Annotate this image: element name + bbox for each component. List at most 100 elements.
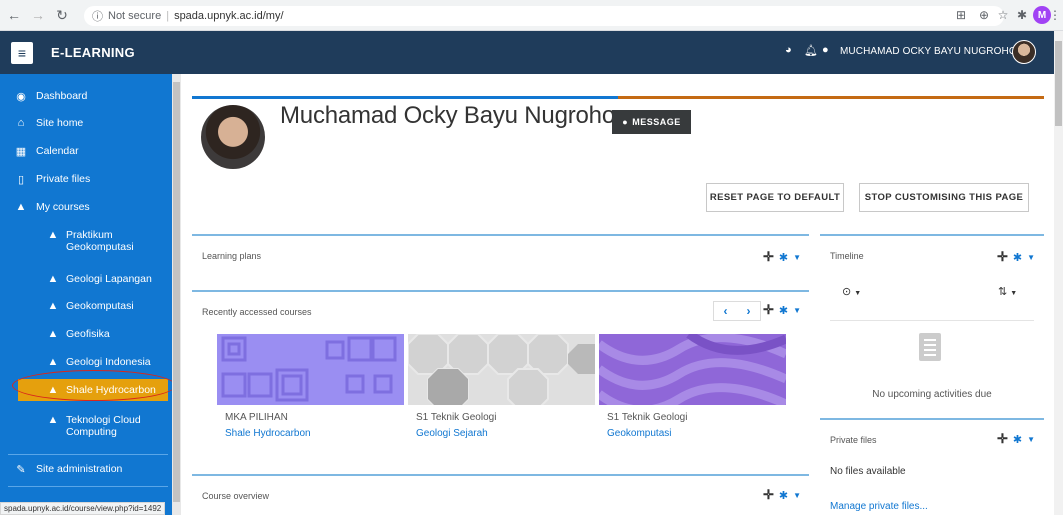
sidebar-item-calendar[interactable]: ▦ Calendar: [0, 145, 172, 158]
course-pattern-purple-squares: [217, 334, 404, 405]
reset-page-button[interactable]: RESET PAGE TO DEFAULT: [706, 183, 844, 212]
sidebar-item-label: Geofisika: [66, 328, 110, 340]
chevron-down-icon[interactable]: ▼: [1027, 253, 1035, 262]
sidebar-item-geofisika[interactable]: ▲ Geofisika: [0, 328, 172, 340]
gear-icon[interactable]: ✱: [1013, 251, 1022, 264]
calendar-icon: ▦: [15, 146, 27, 158]
move-icon[interactable]: ✛: [763, 487, 774, 503]
block-controls: ✛ ✱ ▼: [997, 249, 1035, 265]
site-brand[interactable]: E-LEARNING: [51, 45, 135, 60]
browser-menu-icon[interactable]: ⋮: [1049, 6, 1061, 24]
chevron-down-icon[interactable]: ▼: [793, 306, 801, 315]
timeline-divider: [830, 320, 1034, 321]
sidebar-item-site-administration[interactable]: ✎ Site administration: [0, 463, 172, 476]
page-scrollbar[interactable]: [1054, 31, 1063, 515]
sidebar-item-teknologi-cloud-computing[interactable]: ▲ Teknologi Cloud Computing: [0, 414, 172, 438]
graduation-cap-icon: ▲: [47, 229, 59, 241]
stop-customising-button[interactable]: STOP CUSTOMISING THIS PAGE: [859, 183, 1029, 212]
move-icon[interactable]: ✛: [763, 302, 774, 318]
sidebar-item-praktikum-geokomputasi[interactable]: ▲ Praktikum Geokomputasi: [0, 229, 172, 253]
course-category: S1 Teknik Geologi: [607, 412, 688, 423]
translate-icon[interactable]: ⊞: [952, 6, 970, 24]
gear-icon[interactable]: ✱: [1013, 433, 1022, 446]
course-card-image[interactable]: [408, 334, 595, 405]
block-controls: ✛ ✱ ▼: [763, 487, 801, 503]
timeline-filter-dropdown[interactable]: ⊙ ▼: [842, 285, 861, 298]
sidebar-item-label: My courses: [36, 201, 90, 213]
sidebar-item-label: Geologi Indonesia: [66, 356, 151, 368]
chevron-down-icon: ▼: [1010, 290, 1018, 297]
sidebar-scrollbar[interactable]: [172, 74, 181, 515]
sidebar-item-geologi-lapangan[interactable]: ▲ Geologi Lapangan: [0, 273, 172, 285]
course-pattern-purple-waves: [599, 334, 786, 405]
sidebar-item-dashboard[interactable]: ◉ Dashboard: [0, 90, 172, 103]
user-menu-name[interactable]: MUCHAMAD OCKY BAYU NUGROHO: [840, 46, 1017, 57]
nav-drawer: ◉ Dashboard ⌂ Site home ▦ Calendar ▯ Pri…: [0, 74, 172, 515]
reload-icon[interactable]: ↻: [52, 5, 72, 25]
manage-private-files-link[interactable]: Manage private files...: [830, 501, 928, 512]
scrollbar-thumb[interactable]: [1055, 41, 1062, 126]
chevron-down-icon[interactable]: ▼: [793, 491, 801, 500]
profile-picture[interactable]: [201, 105, 265, 169]
sidebar-divider: [8, 486, 168, 487]
chevron-down-icon[interactable]: ▼: [793, 253, 801, 262]
address-bar[interactable]: ⓘ Not secure | spada.upnyk.ac.id/my/: [84, 6, 1004, 26]
chevron-down-icon: ▼: [854, 290, 862, 297]
move-icon[interactable]: ✛: [997, 431, 1008, 447]
course-category: S1 Teknik Geologi: [416, 412, 497, 423]
scrollbar-thumb[interactable]: [173, 82, 180, 502]
block-title: Recently accessed courses: [202, 307, 312, 317]
sidebar-item-label: Teknologi Cloud Computing: [66, 414, 141, 438]
gear-icon[interactable]: ✱: [779, 304, 788, 317]
block-controls: ✛ ✱ ▼: [997, 431, 1035, 447]
tachometer-icon: ◉: [16, 91, 26, 103]
sidebar-item-label: Geokomputasi: [66, 300, 134, 312]
course-link[interactable]: Geokomputasi: [607, 428, 671, 439]
sidebar-item-label: Geologi Lapangan: [66, 273, 152, 285]
graduation-cap-icon: ▲: [47, 328, 59, 340]
messages-icon[interactable]: ●: [822, 44, 829, 56]
course-link[interactable]: Geologi Sejarah: [416, 428, 488, 439]
info-icon[interactable]: ⓘ: [92, 8, 103, 24]
user-avatar[interactable]: [1012, 40, 1036, 64]
sidebar-item-my-courses[interactable]: ▲ My courses: [0, 201, 172, 213]
sidebar-item-label: Site administration: [36, 463, 123, 475]
sidebar-item-private-files[interactable]: ▯ Private files: [0, 173, 172, 186]
gear-icon[interactable]: ✱: [779, 489, 788, 502]
course-category: MKA PILIHAN: [225, 412, 288, 423]
header-accent-bar: [192, 96, 618, 99]
previous-icon[interactable]: ‹: [714, 302, 737, 320]
message-button[interactable]: ● MESSAGE: [612, 110, 691, 134]
header-accent-bar: [618, 96, 1044, 99]
message-button-label: MESSAGE: [632, 117, 681, 127]
bookmark-star-icon[interactable]: ☆: [994, 6, 1012, 24]
block-controls: ✛ ✱ ▼: [763, 249, 801, 265]
file-icon: ▯: [17, 174, 25, 186]
graduation-cap-icon: ▲: [47, 356, 59, 368]
timeline-sort-dropdown[interactable]: ⇅ ▼: [998, 285, 1017, 298]
sidebar-item-geokomputasi[interactable]: ▲ Geokomputasi: [0, 300, 172, 312]
block-title: Timeline: [830, 251, 864, 261]
popover-region-icon[interactable]: ◕: [785, 44, 792, 56]
chevron-down-icon[interactable]: ▼: [1027, 435, 1035, 444]
course-link[interactable]: Shale Hydrocarbon: [225, 428, 311, 439]
move-icon[interactable]: ✛: [997, 249, 1008, 265]
sidebar-item-geologi-indonesia[interactable]: ▲ Geologi Indonesia: [0, 356, 172, 368]
sidebar-item-label: Private files: [36, 173, 91, 185]
sidebar-item-label: Site home: [36, 117, 84, 129]
status-bar-url: spada.upnyk.ac.id/course/view.php?id=149…: [0, 502, 166, 515]
graduation-cap-icon: ▲: [47, 300, 59, 312]
notification-bell-icon[interactable]: 🔔︎: [804, 44, 818, 57]
course-card-image[interactable]: [217, 334, 404, 405]
move-icon[interactable]: ✛: [763, 249, 774, 265]
menu-toggle-icon[interactable]: ≡: [11, 41, 33, 64]
zoom-icon[interactable]: ⊕: [975, 6, 993, 24]
course-card-image[interactable]: [599, 334, 786, 405]
gear-icon[interactable]: ✱: [779, 251, 788, 264]
next-icon[interactable]: ›: [737, 302, 760, 320]
sidebar-item-site-home[interactable]: ⌂ Site home: [0, 117, 172, 129]
forward-icon[interactable]: →: [28, 5, 48, 25]
extensions-icon[interactable]: ✱: [1013, 6, 1031, 24]
back-icon[interactable]: ←: [4, 5, 24, 25]
course-overview-block: Course overview ✛ ✱ ▼: [192, 474, 809, 515]
